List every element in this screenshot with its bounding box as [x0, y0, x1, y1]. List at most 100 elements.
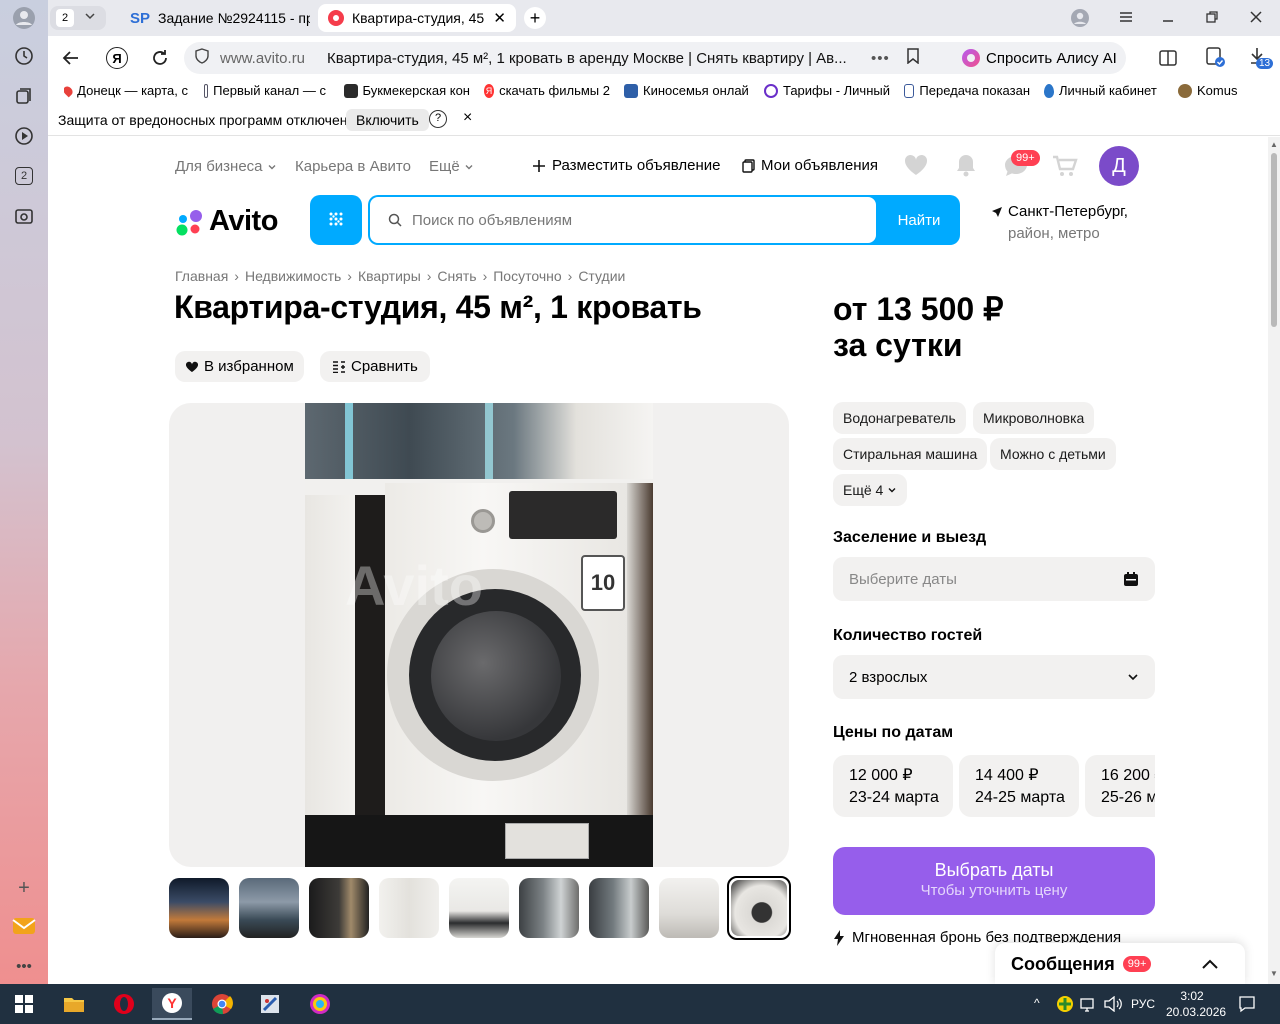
- tab-avito[interactable]: Квартира-студия, 45 м ✕: [318, 4, 516, 32]
- history-icon[interactable]: [12, 44, 36, 68]
- search-submit-button[interactable]: Найти: [878, 195, 960, 245]
- tray-app-icon[interactable]: [1056, 995, 1074, 1018]
- messages-panel[interactable]: Сообщения 99+: [995, 943, 1245, 984]
- date-price-card[interactable]: 12 000 ₽ 23-24 марта: [833, 755, 953, 817]
- back-arrow-icon[interactable]: [62, 49, 80, 72]
- nav-more[interactable]: Ещё: [429, 158, 474, 175]
- guests-select[interactable]: 2 взрослых: [833, 655, 1155, 699]
- bookmark-item[interactable]: Komus: [1178, 83, 1238, 98]
- favorites-heart-icon[interactable]: [903, 153, 929, 182]
- minimize-icon[interactable]: [1160, 9, 1176, 30]
- cart-icon[interactable]: [1052, 154, 1078, 183]
- breadcrumb-item[interactable]: Главная: [175, 268, 228, 284]
- tab-group[interactable]: 2: [50, 6, 106, 30]
- new-tab-button[interactable]: +: [524, 7, 546, 29]
- more-amenities-button[interactable]: Ещё 4: [833, 474, 908, 506]
- site-security-icon[interactable]: [194, 48, 210, 68]
- close-infobar-icon[interactable]: ×: [463, 109, 472, 127]
- bookmark-item[interactable]: Первый канал — с: [204, 83, 326, 98]
- reload-icon[interactable]: [150, 48, 170, 73]
- ask-alice-button[interactable]: Спросить Алису AI: [954, 42, 1126, 74]
- scrollbar-thumb[interactable]: [1271, 153, 1277, 327]
- nav-career[interactable]: Карьера в Авито: [295, 158, 411, 175]
- breadcrumb-item[interactable]: Посуточно: [493, 268, 561, 284]
- bookmark-item[interactable]: Букмекерская кон: [344, 83, 470, 98]
- color-app-icon[interactable]: [300, 988, 340, 1020]
- downloads-icon[interactable]: 13: [1248, 46, 1274, 71]
- bookmark-icon[interactable]: [906, 48, 920, 68]
- gallery-thumbnail[interactable]: [239, 878, 299, 938]
- dates-picker[interactable]: Выберите даты: [833, 557, 1155, 601]
- avito-logo[interactable]: Avito: [175, 205, 278, 238]
- scroll-down-icon[interactable]: ▼: [1270, 969, 1278, 978]
- search-input[interactable]: Поиск по объявлениям: [370, 197, 876, 243]
- windows-start-icon[interactable]: [4, 988, 44, 1020]
- location-selector[interactable]: Санкт-Петербург, район, метро: [991, 201, 1128, 245]
- yandex-browser-icon[interactable]: Y: [152, 988, 192, 1020]
- file-explorer-icon[interactable]: [54, 988, 94, 1020]
- opera-icon[interactable]: [104, 988, 144, 1020]
- profile-icon[interactable]: [12, 6, 36, 30]
- tray-expand-icon[interactable]: ^: [1034, 996, 1040, 1010]
- gallery-thumbnail[interactable]: [169, 878, 229, 938]
- breadcrumb-item[interactable]: Недвижимость: [245, 268, 341, 284]
- help-icon[interactable]: ?: [429, 110, 447, 128]
- restore-icon[interactable]: [1204, 9, 1220, 30]
- volume-icon[interactable]: [1104, 995, 1122, 1017]
- categories-button[interactable]: [310, 195, 362, 245]
- mail-app-icon[interactable]: [12, 914, 36, 938]
- enable-protection-button[interactable]: Включить: [346, 109, 429, 131]
- main-photo[interactable]: 10 Avito: [169, 403, 789, 867]
- breadcrumb-item[interactable]: Снять: [437, 268, 476, 284]
- paint-tool-icon[interactable]: [250, 988, 290, 1020]
- bookmark-item[interactable]: Личный кабинет: [1044, 83, 1166, 98]
- extension-verified-icon[interactable]: [1204, 46, 1226, 73]
- gallery-thumbnail[interactable]: [589, 878, 649, 938]
- date-price-card[interactable]: 14 400 ₽ 24-25 марта: [959, 755, 1079, 817]
- screenshot-icon[interactable]: [12, 204, 36, 228]
- scroll-up-icon[interactable]: ▲: [1270, 140, 1278, 149]
- date-price-card[interactable]: 16 200 ₽ 25-26 марта: [1085, 755, 1155, 817]
- gallery-thumbnail[interactable]: [659, 878, 719, 938]
- user-avatar[interactable]: Д: [1099, 146, 1139, 186]
- menu-icon[interactable]: [1118, 9, 1134, 30]
- close-tab-icon[interactable]: ✕: [493, 9, 506, 27]
- bookmark-item[interactable]: Тарифы - Личный: [764, 83, 890, 98]
- notifications-icon[interactable]: [1238, 995, 1256, 1018]
- add-panel-icon[interactable]: +: [12, 876, 36, 900]
- collections-icon[interactable]: [12, 84, 36, 108]
- chevron-up-icon[interactable]: [1201, 958, 1219, 970]
- bookmark-item[interactable]: Яскачать фильмы 2: [484, 83, 610, 98]
- account-icon[interactable]: [1070, 8, 1090, 33]
- yandex-icon[interactable]: Я: [106, 47, 128, 69]
- nav-business[interactable]: Для бизнеса: [175, 158, 277, 175]
- close-window-icon[interactable]: [1248, 9, 1264, 30]
- more-icon[interactable]: •••: [12, 954, 36, 978]
- url-field[interactable]: www.avito.ru Квартира-студия, 45 м², 1 к…: [184, 42, 994, 74]
- my-ads-link[interactable]: Мои объявления: [742, 157, 878, 174]
- breadcrumb-item[interactable]: Квартиры: [358, 268, 421, 284]
- gallery-thumbnail[interactable]: [449, 878, 509, 938]
- reader-icon[interactable]: [1158, 48, 1178, 73]
- breadcrumb-item[interactable]: Студии: [578, 268, 625, 284]
- favorite-button[interactable]: В избранном: [175, 351, 304, 382]
- bookmark-item[interactable]: Киносемья онлай: [624, 83, 750, 98]
- post-ad-link[interactable]: Разместить объявление: [532, 157, 720, 174]
- notifications-bell-icon[interactable]: [955, 153, 977, 182]
- bookmark-item[interactable]: Донецк — карта, с: [64, 83, 188, 98]
- video-icon[interactable]: [12, 124, 36, 148]
- network-icon[interactable]: [1080, 996, 1098, 1017]
- tab-sp-task[interactable]: SP Задание №2924115 - про: [120, 4, 310, 32]
- compare-button[interactable]: Сравнить: [320, 351, 430, 382]
- gallery-thumbnail[interactable]: [379, 878, 439, 938]
- chrome-icon[interactable]: [202, 988, 242, 1020]
- page-scrollbar[interactable]: ▲ ▼: [1268, 137, 1280, 984]
- gallery-thumbnail[interactable]: [519, 878, 579, 938]
- more-actions-icon[interactable]: •••: [871, 50, 890, 67]
- clock[interactable]: 3:02 20.03.2026: [1166, 988, 1226, 1020]
- gallery-thumbnail[interactable]: [309, 878, 369, 938]
- choose-dates-button[interactable]: Выбрать даты Чтобы уточнить цену: [833, 847, 1155, 915]
- tabs-count-icon[interactable]: 2: [12, 164, 36, 188]
- language-indicator[interactable]: РУС: [1131, 997, 1155, 1011]
- gallery-thumbnail-active[interactable]: [727, 876, 791, 940]
